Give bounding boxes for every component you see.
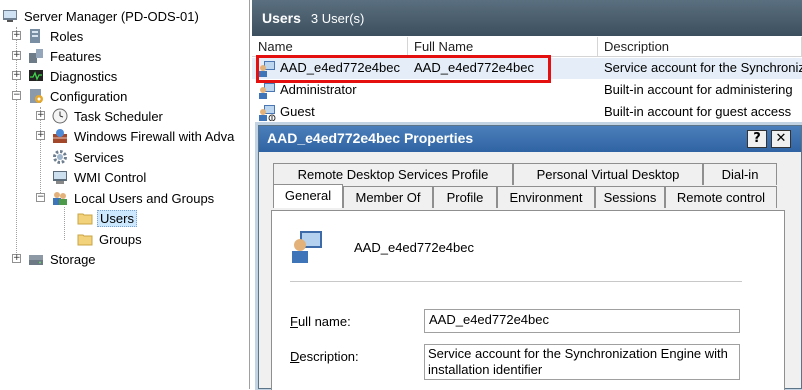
tab-remote-control[interactable]: Remote control <box>665 186 777 208</box>
tree-item-diagnostics-label: Diagnostics <box>50 68 118 84</box>
tree-root[interactable]: Server Manager (PD-ODS-01) <box>2 6 201 26</box>
tab-personal-virtual-desktop[interactable]: Personal Virtual Desktop <box>513 163 703 185</box>
tree-line <box>16 27 17 261</box>
tree-item-storage[interactable]: Storage <box>28 249 98 269</box>
description-label-rest: escription: <box>299 349 359 364</box>
user-large-icon <box>292 231 322 263</box>
tab-sessions[interactable]: Sessions <box>595 186 665 208</box>
tree-root-label: Server Manager (PD-ODS-01) <box>24 8 199 24</box>
dialog-title: AAD_e4ed772e4bec Properties <box>259 126 801 152</box>
tree-item-groups[interactable]: Groups <box>77 229 144 249</box>
separator <box>290 281 742 282</box>
expand-roles-button[interactable]: + <box>12 31 21 40</box>
folder-icon <box>77 234 93 246</box>
column-headers: Name Full Name Description <box>252 37 802 57</box>
general-tab-panel: AAD_e4ed772e4bec Full name: AAD_e4ed772e… <box>271 210 785 390</box>
tree-item-configuration[interactable]: Configuration <box>28 86 129 106</box>
tree-item-services[interactable]: Services <box>52 147 126 167</box>
full-name-label-rest: ull name: <box>297 314 351 329</box>
tab-environment[interactable]: Environment <box>497 186 595 208</box>
description-label: Description: <box>290 349 359 364</box>
expand-firewall-button[interactable]: + <box>36 131 45 140</box>
tree-item-diagnostics[interactable]: Diagnostics <box>28 66 119 86</box>
expand-storage-button[interactable]: + <box>12 254 21 263</box>
collapse-configuration-button[interactable]: − <box>12 91 21 100</box>
gear-icon <box>53 150 67 164</box>
tree-item-local-users-groups-label: Local Users and Groups <box>74 190 215 206</box>
wmi-icon <box>53 171 67 184</box>
expand-features-button[interactable]: + <box>12 51 21 60</box>
tree-item-firewall-label: Windows Firewall with Adva <box>74 128 235 144</box>
tree-item-features[interactable]: Features <box>28 46 103 66</box>
tree-item-task-scheduler[interactable]: Task Scheduler <box>52 106 165 126</box>
user-description: Built-in account for guest access <box>604 104 792 119</box>
tree-item-wmi-label: WMI Control <box>74 169 147 185</box>
tab-remote-desktop-profile[interactable]: Remote Desktop Services Profile <box>273 163 513 185</box>
storage-icon <box>29 255 43 265</box>
tree-line <box>64 207 65 240</box>
guest-user-icon <box>259 105 276 121</box>
tree-item-wmi[interactable]: WMI Control <box>52 167 148 187</box>
features-icon <box>29 49 43 63</box>
folder-icon <box>77 213 93 225</box>
tree-item-configuration-label: Configuration <box>50 88 128 104</box>
tree-item-storage-label: Storage <box>50 251 96 267</box>
server-manager-icon <box>3 10 17 22</box>
help-button[interactable]: ? <box>747 130 767 148</box>
full-name-field[interactable]: AAD_e4ed772e4bec <box>424 309 740 333</box>
description-label-accel: D <box>290 349 300 364</box>
tree-item-roles[interactable]: Roles <box>28 26 85 46</box>
column-header-name[interactable]: Name <box>252 37 408 57</box>
properties-dialog: AAD_e4ed772e4bec Properties ? ✕ Remote D… <box>258 125 802 390</box>
tree-line <box>40 107 41 199</box>
full-name-label: Full name: <box>290 314 351 329</box>
firewall-icon <box>53 129 67 143</box>
close-button[interactable]: ✕ <box>771 130 791 148</box>
tree-item-features-label: Features <box>50 48 102 64</box>
users-header: Users 3 User(s) <box>252 0 802 36</box>
expand-diagnostics-button[interactable]: + <box>12 71 21 80</box>
tree-item-services-label: Services <box>74 149 124 165</box>
tree-item-task-scheduler-label: Task Scheduler <box>74 108 163 124</box>
collapse-local-users-button[interactable]: − <box>36 193 45 202</box>
console-tree: Server Manager (PD-ODS-01) + Roles + Fea… <box>0 0 250 389</box>
user-description: Service account for the Synchronization … <box>604 60 802 75</box>
configuration-icon <box>30 89 43 103</box>
description-field[interactable]: Service account for the Synchronization … <box>424 344 740 380</box>
tree-item-firewall[interactable]: Windows Firewall with Adva <box>52 126 236 146</box>
diagnostics-icon <box>29 70 43 81</box>
user-row[interactable]: Guest Built-in account for guest access <box>252 102 802 123</box>
tree-item-users-label: Users <box>97 209 137 227</box>
tree-item-roles-label: Roles <box>50 28 84 44</box>
users-group-icon <box>53 192 67 205</box>
clock-icon <box>52 108 68 124</box>
user-description: Built-in account for administering <box>604 82 793 97</box>
full-name-label-accel: F <box>290 314 298 329</box>
user-icon <box>259 83 275 99</box>
tree-item-users[interactable]: Users <box>77 208 137 228</box>
user-name: Guest <box>280 104 315 119</box>
username-display: AAD_e4ed772e4bec <box>354 240 474 255</box>
tab-member-of[interactable]: Member Of <box>343 186 433 208</box>
user-count: 3 User(s) <box>310 10 365 26</box>
user-row[interactable]: Administrator Built-in account for admin… <box>252 80 802 101</box>
tab-dial-in[interactable]: Dial-in <box>703 163 777 185</box>
column-header-description[interactable]: Description <box>598 37 802 57</box>
pane-title: Users <box>262 10 301 26</box>
highlight-annotation <box>256 55 551 83</box>
expand-task-scheduler-button[interactable]: + <box>36 111 45 120</box>
column-header-full-name[interactable]: Full Name <box>408 37 598 57</box>
tree-item-groups-label: Groups <box>99 231 142 247</box>
tab-profile[interactable]: Profile <box>433 186 497 208</box>
roles-icon <box>30 29 40 43</box>
user-name: Administrator <box>280 82 357 97</box>
tree-item-local-users-groups[interactable]: Local Users and Groups <box>52 188 216 208</box>
tab-general[interactable]: General <box>273 184 343 208</box>
